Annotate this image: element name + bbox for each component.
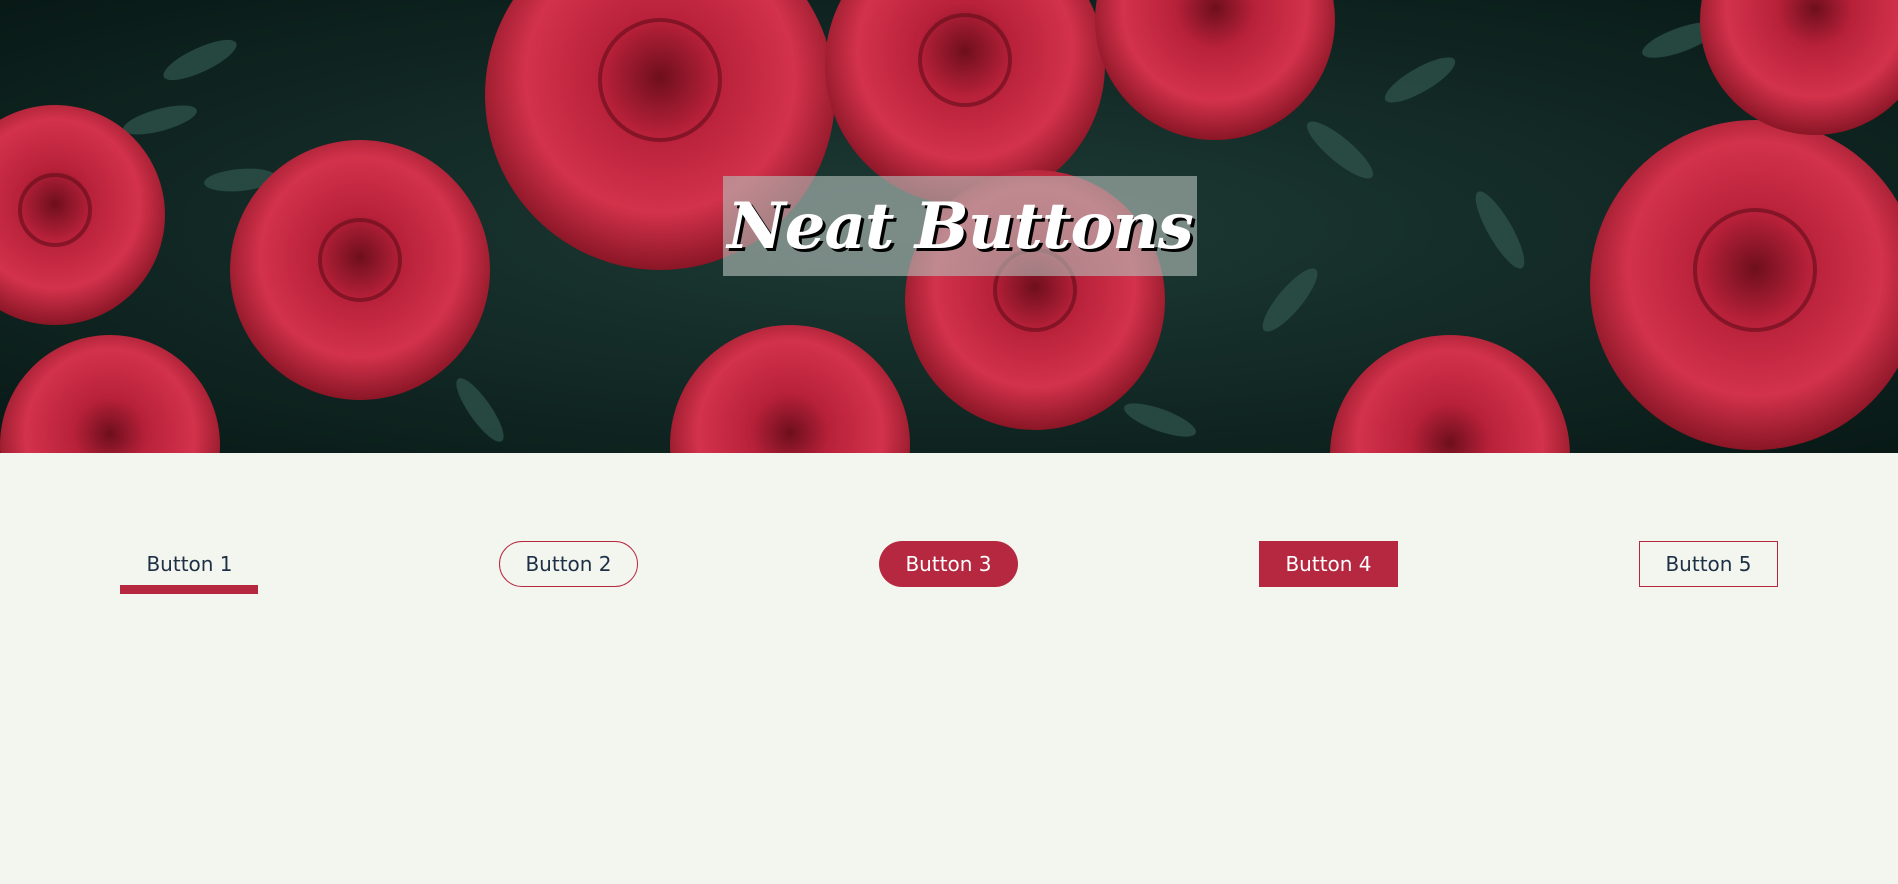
button-5[interactable]: Button 5	[1639, 541, 1778, 587]
hero-banner: Neat Buttons	[0, 0, 1898, 453]
page-title: Neat Buttons	[727, 188, 1194, 264]
button-2[interactable]: Button 2	[499, 541, 638, 587]
button-2-label: Button 2	[525, 552, 612, 576]
button-3-label: Button 3	[905, 552, 992, 576]
button-3[interactable]: Button 3	[879, 541, 1018, 587]
button-5-label: Button 5	[1665, 552, 1752, 576]
button-1-label: Button 1	[146, 552, 233, 576]
button-1[interactable]: Button 1	[120, 541, 259, 587]
button-4-label: Button 4	[1285, 552, 1372, 576]
button-4[interactable]: Button 4	[1259, 541, 1398, 587]
button-1-underline	[120, 585, 258, 594]
title-banner: Neat Buttons	[723, 176, 1197, 276]
